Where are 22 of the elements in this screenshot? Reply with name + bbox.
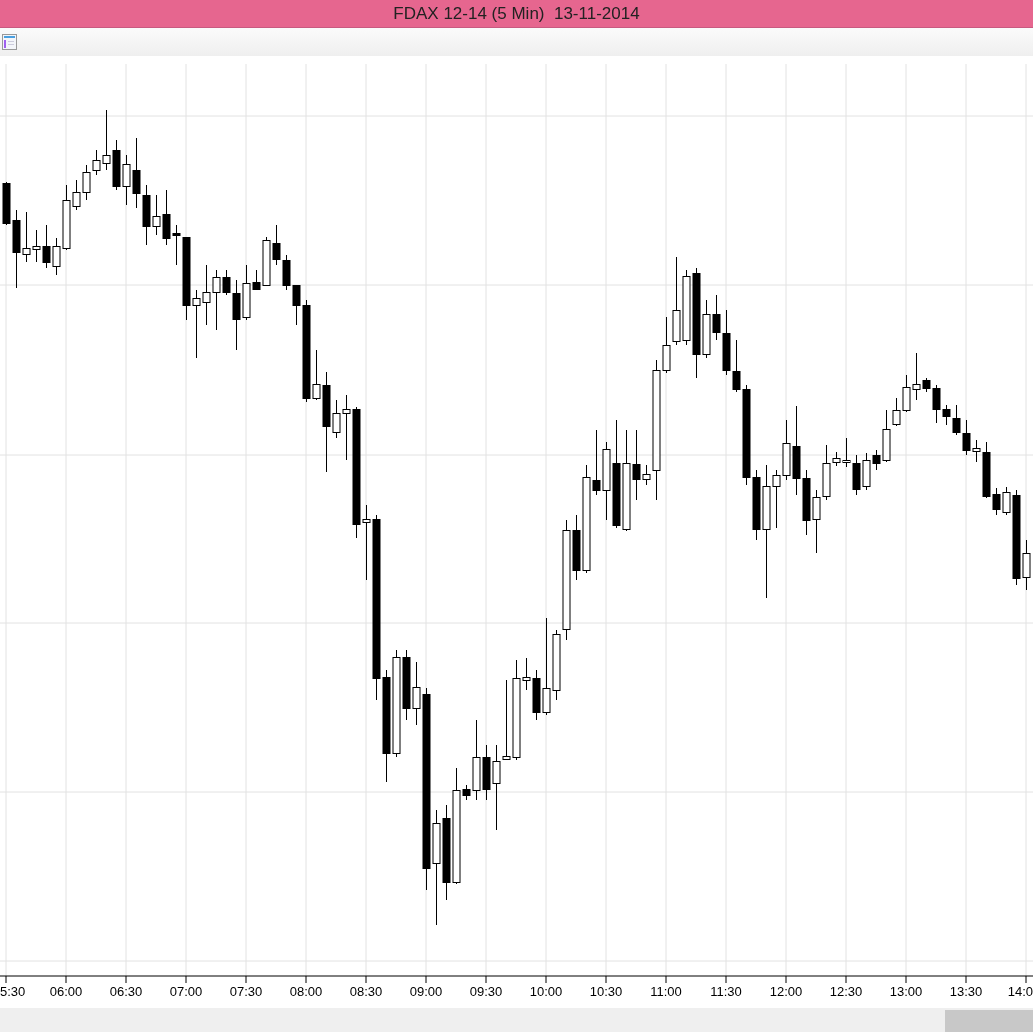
x-axis-label: 11:00 <box>650 983 682 1001</box>
x-axis-label: 13:30 <box>949 983 983 1001</box>
x-axis-label: 13:00 <box>889 983 923 1001</box>
x-axis-label: 07:30 <box>229 983 263 1001</box>
chart-properties-icon[interactable] <box>2 34 17 50</box>
window-title: FDAX 12-14 (5 Min) 13-11-2014 <box>393 2 640 25</box>
x-axis-label: 12:30 <box>829 983 863 1001</box>
x-axis-label: 09:30 <box>469 983 503 1001</box>
x-axis-label: 5:30 <box>0 983 26 1001</box>
horizontal-scrollbar[interactable] <box>0 1008 1033 1032</box>
x-axis-label: 07:00 <box>169 983 203 1001</box>
x-axis-label: 14:0 <box>1007 983 1033 1001</box>
x-axis-label: 12:00 <box>769 983 803 1001</box>
x-axis-label: 06:00 <box>49 983 83 1001</box>
x-axis-label: 10:00 <box>529 983 563 1001</box>
x-axis-label: 09:00 <box>409 983 443 1001</box>
scrollbar-thumb[interactable] <box>945 1010 1033 1032</box>
x-axis-label: 11:30 <box>710 983 742 1001</box>
x-axis-label: 10:30 <box>589 983 623 1001</box>
x-axis-label: 08:30 <box>349 983 383 1001</box>
x-axis-label: 06:30 <box>109 983 143 1001</box>
x-axis-label: 08:00 <box>289 983 323 1001</box>
